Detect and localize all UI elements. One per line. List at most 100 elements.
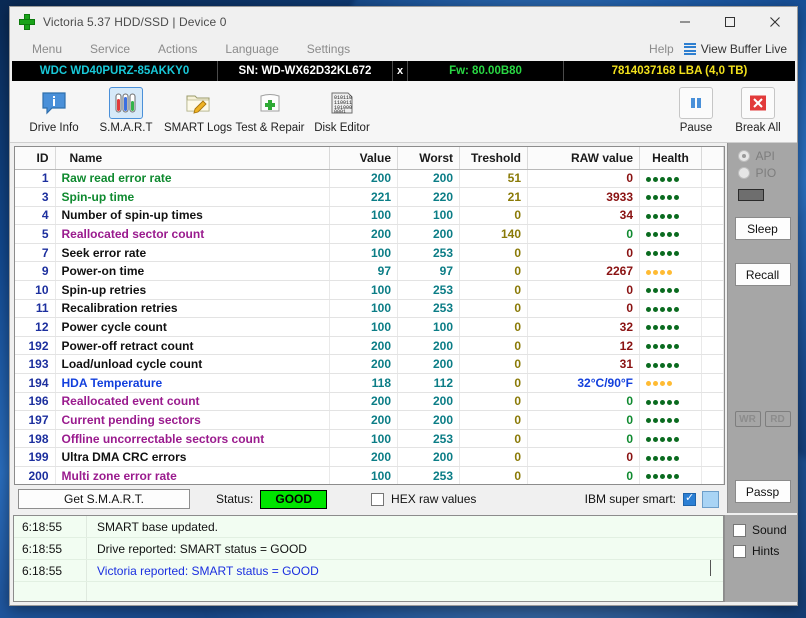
toolbar-button-break-all[interactable]: Break All bbox=[727, 84, 789, 134]
close-button[interactable] bbox=[752, 7, 797, 37]
view-buffer-live-button[interactable]: View Buffer Live bbox=[683, 42, 797, 56]
cell-name: Reallocated sector count bbox=[55, 224, 330, 244]
hints-checkbox[interactable]: Hints bbox=[733, 544, 797, 558]
toolbar-button-drive-info[interactable]: Drive Info bbox=[18, 84, 90, 134]
cell-worst: 200 bbox=[397, 169, 460, 189]
column-header-id[interactable]: ID bbox=[15, 147, 56, 170]
cell-worst: 200 bbox=[397, 354, 460, 375]
menu-item-menu[interactable]: Menu bbox=[18, 37, 76, 61]
log-timestamp: 6:18:55 bbox=[22, 519, 63, 534]
menu-item-actions[interactable]: Actions bbox=[144, 37, 211, 61]
toolbar-label: Drive Info bbox=[29, 122, 79, 134]
health-dots-icon bbox=[646, 339, 681, 353]
log-panel[interactable]: 6:18:55 SMART base updated. 6:18:55 Drive r… bbox=[13, 515, 724, 602]
get-smart-button[interactable]: Get S.M.A.R.T. bbox=[18, 489, 190, 509]
table-row[interactable]: 10 Spin-up retries 100 253 0 0 bbox=[15, 280, 724, 300]
toolbar-button-test-repair[interactable]: Test & Repair bbox=[234, 84, 306, 134]
checkbox-box-checked bbox=[683, 491, 696, 506]
table-row[interactable]: 3 Spin-up time 221 220 21 3933 bbox=[15, 187, 724, 207]
log-entry: 6:18:55 Victoria reported: SMART status =… bbox=[14, 560, 723, 582]
cell-id: 193 bbox=[15, 354, 56, 375]
toolbar-button-pause[interactable]: Pause bbox=[665, 84, 727, 134]
cell-name: Power cycle count bbox=[55, 317, 330, 337]
cell-id: 7 bbox=[15, 243, 56, 263]
column-header-health[interactable]: Health bbox=[639, 147, 702, 170]
cell-health bbox=[639, 354, 702, 375]
cell-pad bbox=[701, 429, 724, 449]
column-header-worst[interactable]: Worst bbox=[397, 147, 460, 170]
column-header-name[interactable]: Name bbox=[55, 147, 330, 170]
cell-value: 100 bbox=[329, 280, 398, 300]
cell-health bbox=[639, 410, 702, 430]
table-row[interactable]: 9 Power-on time 97 97 0 2267 bbox=[15, 261, 724, 282]
table-row[interactable]: 5 Reallocated sector count 200 200 140 0 bbox=[15, 224, 724, 244]
table-row[interactable]: 196 Reallocated event count 200 200 0 0 bbox=[15, 392, 724, 412]
table-row[interactable]: 11 Recalibration retries 100 253 0 0 bbox=[15, 299, 724, 319]
cell-health bbox=[639, 169, 702, 189]
health-dots-icon bbox=[646, 450, 681, 464]
column-header-raw-value[interactable]: RAW value bbox=[527, 147, 640, 170]
health-dots-icon bbox=[646, 227, 681, 241]
smart-attributes-grid[interactable]: ID Name Value Worst Treshold RAW value H… bbox=[14, 146, 725, 485]
table-row[interactable]: 194 HDA Temperature 118 112 0 32°C/90°F bbox=[15, 373, 724, 393]
recall-button[interactable]: Recall bbox=[734, 263, 791, 286]
sleep-button[interactable]: Sleep bbox=[734, 217, 791, 240]
rd-button[interactable]: RD bbox=[764, 411, 791, 427]
table-row[interactable]: 199 Ultra DMA CRC errors 200 200 0 0 bbox=[15, 447, 724, 467]
menu-item-settings[interactable]: Settings bbox=[293, 37, 364, 61]
green-cross-icon bbox=[19, 14, 35, 30]
cell-name: Offline uncorrectable sectors count bbox=[55, 429, 330, 449]
drive-x-button[interactable]: x bbox=[392, 61, 408, 81]
cell-pad bbox=[701, 447, 724, 467]
pio-radio[interactable]: PIO bbox=[733, 166, 793, 180]
cell-worst: 253 bbox=[397, 429, 460, 449]
table-row[interactable]: 192 Power-off retract count 200 200 0 12 bbox=[15, 336, 724, 356]
toolbar-button-disk-editor[interactable]: 010110 110011 101000 0001 Disk Editor bbox=[306, 84, 378, 134]
table-row[interactable]: 7 Seek error rate 100 253 0 0 bbox=[15, 243, 724, 263]
passport-button[interactable]: Passp bbox=[734, 480, 791, 503]
cell-threshold: 0 bbox=[459, 354, 528, 375]
table-row[interactable]: 12 Power cycle count 100 100 0 32 bbox=[15, 317, 724, 337]
table-body: 1 Raw read error rate 200 200 51 0 3 Spin-up ti… bbox=[15, 169, 724, 484]
cell-name: Raw read error rate bbox=[55, 169, 330, 189]
cell-name: Multi zone error rate bbox=[55, 466, 330, 484]
radio-circle-icon bbox=[737, 150, 750, 162]
menu-item-service[interactable]: Service bbox=[76, 37, 144, 61]
api-label: API bbox=[755, 149, 775, 163]
minimize-button[interactable] bbox=[662, 7, 707, 37]
toolbar-label: Test & Repair bbox=[235, 122, 305, 134]
list-lines-icon bbox=[683, 43, 696, 55]
cell-id: 197 bbox=[15, 410, 56, 430]
view-buffer-live-label: View Buffer Live bbox=[700, 42, 787, 56]
menu-item-help[interactable]: Help bbox=[639, 42, 684, 56]
cell-health bbox=[639, 261, 702, 282]
checkbox-box bbox=[733, 523, 746, 537]
table-row[interactable]: 193 Load/unload cycle count 200 200 0 31 bbox=[15, 354, 724, 375]
toolbar-button-smart-logs[interactable]: SMART Logs bbox=[162, 84, 234, 134]
cell-pad bbox=[701, 392, 724, 412]
table-row[interactable]: 200 Multi zone error rate 100 253 0 0 bbox=[15, 466, 724, 484]
table-row[interactable]: 197 Current pending sectors 200 200 0 0 bbox=[15, 410, 724, 430]
cell-id: 10 bbox=[15, 280, 56, 300]
toolbar-button-smart[interactable]: S.M.A.R.T bbox=[90, 84, 162, 134]
hex-raw-values-checkbox[interactable]: HEX raw values bbox=[371, 492, 476, 506]
cell-pad bbox=[701, 224, 724, 244]
log-timestamp bbox=[14, 586, 86, 600]
menu-item-language[interactable]: Language bbox=[211, 37, 292, 61]
cell-id: 3 bbox=[15, 187, 56, 207]
test-tubes-icon bbox=[109, 87, 143, 119]
wr-button[interactable]: WR bbox=[734, 411, 761, 427]
ibm-super-smart-checkbox[interactable]: IBM super smart: bbox=[585, 491, 696, 506]
sound-checkbox[interactable]: Sound bbox=[733, 523, 797, 537]
cell-threshold: 0 bbox=[459, 280, 528, 300]
maximize-button[interactable] bbox=[707, 7, 752, 37]
table-row[interactable]: 1 Raw read error rate 200 200 51 0 bbox=[15, 169, 724, 189]
api-radio[interactable]: API bbox=[733, 149, 793, 163]
cell-threshold: 51 bbox=[459, 169, 528, 189]
column-header-threshold[interactable]: Treshold bbox=[459, 147, 528, 170]
table-row[interactable]: 4 Number of spin-up times 100 100 0 34 bbox=[15, 206, 724, 226]
column-header-value[interactable]: Value bbox=[329, 147, 398, 170]
cell-pad bbox=[701, 373, 724, 393]
table-row[interactable]: 198 Offline uncorrectable sectors count 10… bbox=[15, 429, 724, 449]
color-swatch[interactable] bbox=[702, 490, 719, 508]
